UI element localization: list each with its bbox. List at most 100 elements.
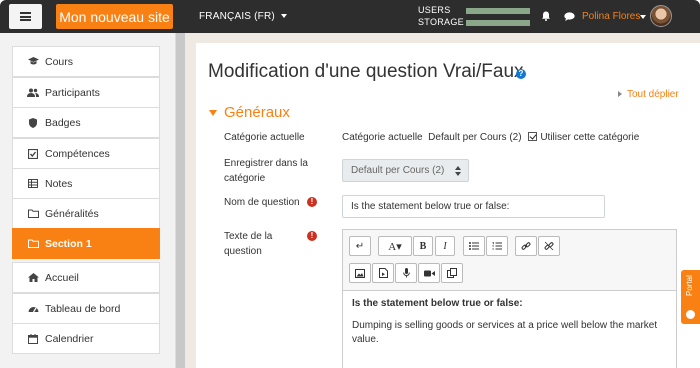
user-menu-chevron-icon[interactable]: [640, 15, 646, 19]
expand-all-label: Tout déplier: [627, 89, 679, 100]
image-icon: [355, 268, 365, 278]
collapse-icon: ↵: [355, 240, 365, 252]
numbered-list-icon: [492, 242, 502, 250]
italic-icon: I: [443, 240, 447, 252]
current-category-prefix: Catégorie actuelle: [342, 132, 423, 143]
portal-tab[interactable]: Portal: [681, 270, 700, 324]
bell-icon[interactable]: [541, 11, 551, 21]
link-icon: [521, 242, 531, 250]
required-icon: !: [307, 231, 317, 241]
record-video-button[interactable]: [418, 263, 440, 283]
caret-right-icon: [618, 91, 622, 98]
select-arrows-icon: [455, 166, 461, 176]
section-title: Généraux: [224, 104, 290, 121]
folder-icon: [27, 239, 39, 248]
check-square-icon: [27, 148, 39, 159]
question-name-input[interactable]: Is the statement below true or false:: [342, 195, 605, 218]
bold-button[interactable]: B: [413, 236, 433, 256]
copy-icon: [447, 268, 457, 278]
required-icon: !: [307, 197, 317, 207]
users-usage-fill: [466, 8, 530, 14]
folder-icon: [27, 209, 39, 218]
help-icon[interactable]: ?: [516, 69, 526, 79]
video-icon: [423, 270, 435, 276]
question-text-editor: ↵ A▾ B I Is the statement below true or …: [342, 229, 677, 368]
home-icon: [27, 273, 39, 282]
unlink-icon: [544, 241, 554, 251]
drawer-scrollbar[interactable]: [176, 33, 185, 368]
save-in-category-label: Enregistrer dans la catégorie: [224, 158, 308, 184]
use-category-checkbox[interactable]: [528, 132, 538, 141]
sidebar-item-generalites[interactable]: Généralités: [12, 198, 160, 229]
sidebar-item-label: Badges: [45, 116, 81, 129]
users-icon: [27, 88, 39, 97]
insert-image-button[interactable]: [349, 263, 371, 283]
section-header-generaux[interactable]: Généraux: [209, 104, 290, 121]
chat-icon[interactable]: [564, 12, 575, 21]
editor-content-area[interactable]: Is the statement below true or false: Du…: [343, 290, 676, 368]
microphone-icon: [402, 268, 410, 278]
language-menu[interactable]: FRANÇAIS (FR): [199, 11, 287, 22]
sidebar-item-participants[interactable]: Participants: [12, 77, 160, 108]
users-usage-label: USERS: [418, 5, 451, 15]
unlink-button[interactable]: [538, 236, 560, 256]
font-style-button[interactable]: A▾: [378, 236, 412, 256]
question-name-label: Nom de question: [224, 197, 300, 208]
storage-usage-fill: [466, 20, 530, 26]
chevron-down-icon: [280, 14, 287, 19]
question-text-label: Texte de la question: [224, 231, 273, 257]
sidebar-item-competences[interactable]: Compétences: [12, 138, 160, 169]
hamburger-icon: [20, 12, 31, 21]
editor-question-body: Dumping is selling goods or services at …: [352, 320, 658, 345]
sidebar-item-tableau-de-bord[interactable]: Tableau de bord: [12, 293, 160, 324]
storage-usage-label: STORAGE: [418, 17, 464, 27]
editor-question-heading: Is the statement below true or false:: [352, 298, 523, 309]
portal-tab-label: Portal: [685, 275, 694, 296]
sidebar-item-label: Cours: [45, 55, 74, 68]
sidebar-item-label: Accueil: [45, 271, 79, 284]
sidebar-item-notes[interactable]: Notes: [12, 168, 160, 199]
font-style-icon: A▾: [388, 240, 402, 253]
bold-icon: B: [419, 240, 427, 252]
insert-media-button[interactable]: [372, 263, 394, 283]
save-in-category-select[interactable]: Default per Cours (2): [342, 159, 469, 182]
user-avatar[interactable]: [650, 5, 672, 27]
current-category-label: Catégorie actuelle: [224, 132, 305, 143]
sidebar-item-calendrier[interactable]: Calendrier: [12, 323, 160, 354]
link-button[interactable]: [515, 236, 537, 256]
hamburger-button[interactable]: [9, 4, 42, 29]
current-category-name: Default per Cours (2): [428, 132, 522, 143]
sidebar-item-label: Participants: [45, 86, 100, 99]
users-usage-bar: [466, 8, 530, 14]
save-in-category-value: Default per Cours (2): [351, 165, 445, 176]
use-category-label: Utiliser cette catégorie: [540, 132, 640, 143]
sidebar-item-label: Tableau de bord: [45, 302, 121, 315]
sidebar-item-cours[interactable]: Cours: [12, 46, 160, 77]
collapse-toolbar-button[interactable]: ↵: [349, 236, 371, 256]
media-icon: [378, 268, 388, 278]
numbered-list-button[interactable]: [486, 236, 508, 256]
caret-down-icon: [209, 110, 217, 117]
sidebar-item-accueil[interactable]: Accueil: [12, 262, 160, 293]
bullet-list-button[interactable]: [463, 236, 485, 256]
site-name-button[interactable]: Mon nouveau site: [56, 4, 173, 29]
table-icon: [27, 179, 39, 188]
portal-icon: [686, 310, 695, 319]
storage-usage-bar: [466, 20, 530, 26]
page-title: Modification d'une question Vrai/Faux: [208, 61, 524, 82]
expand-all-link[interactable]: Tout déplier: [618, 89, 679, 100]
user-name[interactable]: Polina Flores: [582, 11, 640, 22]
manage-files-button[interactable]: [441, 263, 463, 283]
current-category-value: Catégorie actuelle Default per Cours (2)…: [342, 132, 639, 143]
calendar-icon: [27, 333, 39, 344]
sidebar-item-badges[interactable]: Badges: [12, 107, 160, 138]
graduation-cap-icon: [27, 57, 39, 66]
sidebar-item-label: Section 1: [45, 237, 92, 250]
sidebar-item-label: Calendrier: [45, 332, 94, 345]
sidebar-item-label: Généralités: [45, 207, 99, 220]
record-audio-button[interactable]: [395, 263, 417, 283]
italic-button[interactable]: I: [435, 236, 455, 256]
sidebar-item-label: Compétences: [45, 147, 110, 160]
dashboard-icon: [27, 304, 39, 313]
sidebar-item-section-1[interactable]: Section 1: [12, 228, 160, 259]
